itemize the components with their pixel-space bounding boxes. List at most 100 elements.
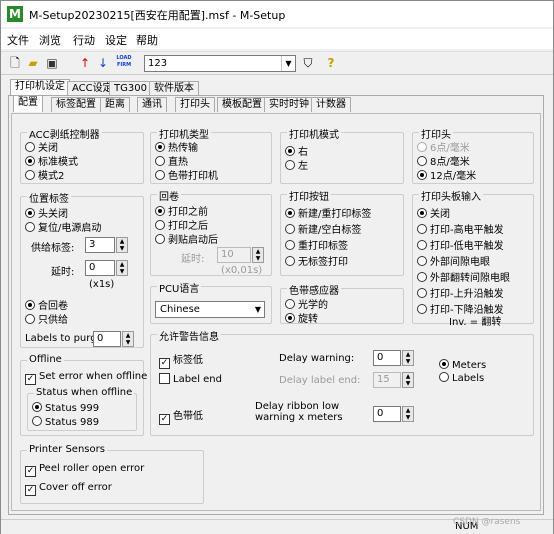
warning-label: 允许警告信息	[157, 328, 221, 343]
printer-type-direct-thermal[interactable]: 直热	[155, 153, 188, 168]
feed-only[interactable]: 只供给	[25, 311, 68, 326]
subtab-label-config[interactable]: 标签配置	[51, 97, 101, 112]
subtab-clock[interactable]: 实时时钟	[264, 97, 314, 112]
peel-roller-checkbox[interactable]: ✓ Peel roller open error	[25, 463, 144, 477]
spin-updown-icon[interactable]: ▲ ▼	[116, 260, 128, 276]
load-firm-icon[interactable]: LOAD FIRM	[114, 55, 134, 71]
help-icon[interactable]: ?	[323, 55, 339, 71]
subtab-counter[interactable]: 计数器	[311, 97, 351, 112]
head-input-high[interactable]: 打印-高电平触发	[417, 221, 504, 236]
radio-icon	[417, 224, 427, 234]
label-low-checkbox[interactable]: ✓ 标签低	[159, 351, 203, 369]
rewind-after-print[interactable]: 打印之后	[155, 217, 208, 232]
spin-updown-icon[interactable]: ▲ ▼	[402, 350, 414, 366]
tab-software-version[interactable]: 软件版本	[149, 81, 199, 96]
head-input-gap-inverted[interactable]: 外部翻转间隙电眼	[417, 269, 510, 284]
acc-option-off[interactable]: 关闭	[25, 139, 58, 154]
rewind-back[interactable]: 合回卷	[25, 297, 68, 312]
tab-printer-settings[interactable]: 打印机设定	[10, 79, 70, 96]
subtab-distance[interactable]: 距离	[100, 97, 130, 112]
unit-labels[interactable]: Labels	[439, 372, 484, 384]
cover-off-checkbox[interactable]: ✓ Cover off error	[25, 482, 112, 496]
set-error-offline-checkbox[interactable]: ✓ Set error when offline	[25, 371, 147, 385]
acc-option-mode2[interactable]: 模式2	[25, 167, 64, 182]
delay-warning-input[interactable]: 0	[373, 350, 401, 366]
printer-mode-left[interactable]: 左	[285, 157, 308, 172]
radio-icon	[25, 208, 35, 218]
ribbon-sensor-rotary[interactable]: 旋转	[285, 310, 318, 325]
radio-icon	[285, 299, 295, 309]
arrow-up-icon[interactable]: ↑	[77, 55, 93, 71]
offline-label: Offline	[27, 354, 64, 365]
position-head-off[interactable]: 头关闭	[25, 205, 68, 220]
head-input-label: 打印头板输入	[419, 188, 483, 203]
status-989[interactable]: Status 989	[32, 416, 99, 428]
subtab-config[interactable]: 配置	[13, 95, 43, 112]
delay-ribbon-input[interactable]: 0	[373, 406, 401, 422]
head-input-off[interactable]: 关闭	[417, 205, 450, 220]
chevron-down-icon: ▼	[254, 305, 261, 314]
radio-icon	[285, 146, 295, 156]
delay-unit: (x1s)	[89, 279, 115, 290]
inv-note: Inv. = 翻转	[449, 317, 502, 328]
menu-browse[interactable]: 浏览	[39, 32, 61, 48]
radio-icon	[155, 206, 165, 216]
delay-label-end-text: Delay label end:	[279, 375, 361, 386]
label-end-checkbox[interactable]: Label end	[159, 373, 222, 385]
subtab-comm[interactable]: 通讯	[137, 97, 167, 112]
filter-icon[interactable]: ⛉	[300, 55, 316, 71]
pcu-language-label: PCU语言	[157, 280, 202, 295]
checkmark-icon: ✓	[25, 485, 36, 496]
delay-input[interactable]: 0	[85, 260, 115, 276]
spin-updown-icon[interactable]: ▲ ▼	[116, 237, 128, 253]
print-head-12dots[interactable]: 12点/毫米	[417, 167, 476, 182]
rewind-delay-input[interactable]: 10	[217, 247, 251, 263]
arrow-down-icon[interactable]: ↓	[95, 55, 111, 71]
feed-label-input[interactable]: 3	[85, 237, 115, 253]
radio-icon	[25, 156, 35, 166]
printer-mode-right[interactable]: 右	[285, 143, 308, 158]
ribbon-sensor-optical[interactable]: 光学的	[285, 296, 328, 311]
radio-icon	[417, 288, 427, 298]
printer-type-ribbon[interactable]: 色带打印机	[155, 167, 218, 182]
print-button-new-blank[interactable]: 新建/空白标签	[285, 221, 361, 236]
tab-tg300[interactable]: TG300	[109, 81, 152, 96]
position-reset-power[interactable]: 复位/电源启动	[25, 219, 101, 234]
spin-updown-icon[interactable]: ▲ ▼	[402, 406, 414, 422]
subtab-template-config[interactable]: 模板配置	[217, 97, 267, 112]
subtab-printhead[interactable]: 打印头	[175, 97, 215, 112]
rewind-after-peel[interactable]: 剥贴启动后	[155, 231, 218, 246]
acc-option-standard[interactable]: 标准模式	[25, 153, 78, 168]
status-999[interactable]: Status 999	[32, 402, 99, 414]
printer-select[interactable]: 123 ▼	[144, 55, 296, 72]
print-button-new-reprint[interactable]: 新建/重打印标签	[285, 205, 371, 220]
radio-icon	[155, 234, 165, 244]
print-button-no-label[interactable]: 无标签打印	[285, 253, 348, 268]
checkmark-icon: ✓	[25, 466, 36, 477]
rewind-before-print[interactable]: 打印之前	[155, 203, 208, 218]
head-input-rising[interactable]: 打印-上升沿触发	[417, 285, 504, 300]
spin-updown-icon[interactable]: ▲ ▼	[252, 247, 264, 263]
spin-updown-icon[interactable]: ▲ ▼	[122, 331, 134, 347]
warning-group: 允许警告信息 ✓ 标签低 Label end Delay warning: 0 ▲…	[150, 328, 534, 436]
ribbon-low-checkbox[interactable]: ✓ 色带低	[159, 407, 203, 425]
unit-meters[interactable]: Meters	[439, 359, 486, 371]
spin-updown-icon[interactable]: ▲ ▼	[402, 372, 414, 388]
labels-to-purge-input[interactable]: 0	[93, 331, 121, 347]
checkmark-icon: ✓	[25, 374, 36, 385]
head-input-gap[interactable]: 外部间隙电眼	[417, 253, 490, 268]
menu-help[interactable]: 帮助	[136, 32, 158, 48]
print-button-reprint[interactable]: 重打印标签	[285, 237, 348, 252]
delay-label-end-input[interactable]: 15	[373, 372, 401, 388]
head-input-low[interactable]: 打印-低电平触发	[417, 237, 504, 252]
save-disk-icon[interactable]: ▣	[44, 55, 60, 71]
menu-file[interactable]: 文件	[7, 32, 29, 48]
new-file-icon[interactable]: 🗋	[7, 55, 23, 71]
menu-action[interactable]: 行动	[73, 32, 95, 48]
print-head-8dots[interactable]: 8点/毫米	[417, 153, 470, 168]
print-head-6dots[interactable]: 6点/毫米	[417, 139, 470, 154]
open-folder-icon[interactable]: ▰	[25, 55, 41, 71]
pcu-language-select[interactable]: Chinese ▼	[155, 301, 265, 318]
printer-type-thermal-transfer[interactable]: 热传输	[155, 139, 198, 154]
menu-settings[interactable]: 设定	[105, 32, 127, 48]
